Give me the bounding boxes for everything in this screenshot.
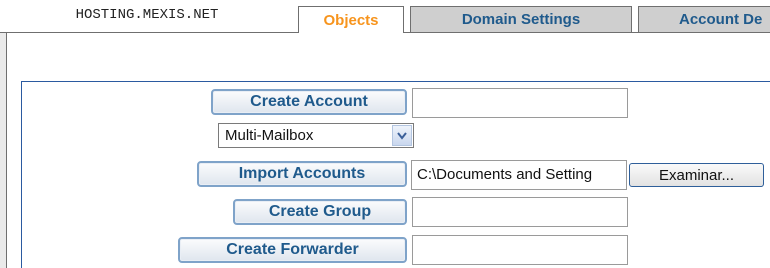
create-forwarder-input[interactable] [412, 235, 628, 265]
account-type-select[interactable]: Multi-Mailbox [218, 123, 414, 148]
left-frame [0, 32, 7, 268]
create-forwarder-button[interactable]: Create Forwarder [178, 237, 407, 263]
tab-domain-settings[interactable]: Domain Settings [410, 6, 632, 32]
chevron-down-icon[interactable] [392, 125, 412, 146]
create-group-input[interactable] [412, 197, 628, 227]
create-account-input[interactable] [412, 88, 628, 118]
import-path-input[interactable]: C:\Documents and Setting [411, 160, 627, 190]
account-type-value: Multi-Mailbox [225, 127, 314, 144]
tab-objects[interactable]: Objects [298, 6, 404, 33]
browse-button[interactable]: Examinar... [629, 163, 764, 187]
host-label: HOSTING.MEXIS.NET [0, 0, 290, 32]
create-account-button[interactable]: Create Account [211, 89, 407, 115]
import-accounts-button[interactable]: Import Accounts [197, 161, 407, 187]
tab-account-defaults[interactable]: Account De [638, 6, 770, 32]
create-group-button[interactable]: Create Group [233, 199, 407, 225]
active-tab-gap [299, 32, 403, 33]
import-path-value: C:\Documents and Setting [417, 166, 593, 183]
